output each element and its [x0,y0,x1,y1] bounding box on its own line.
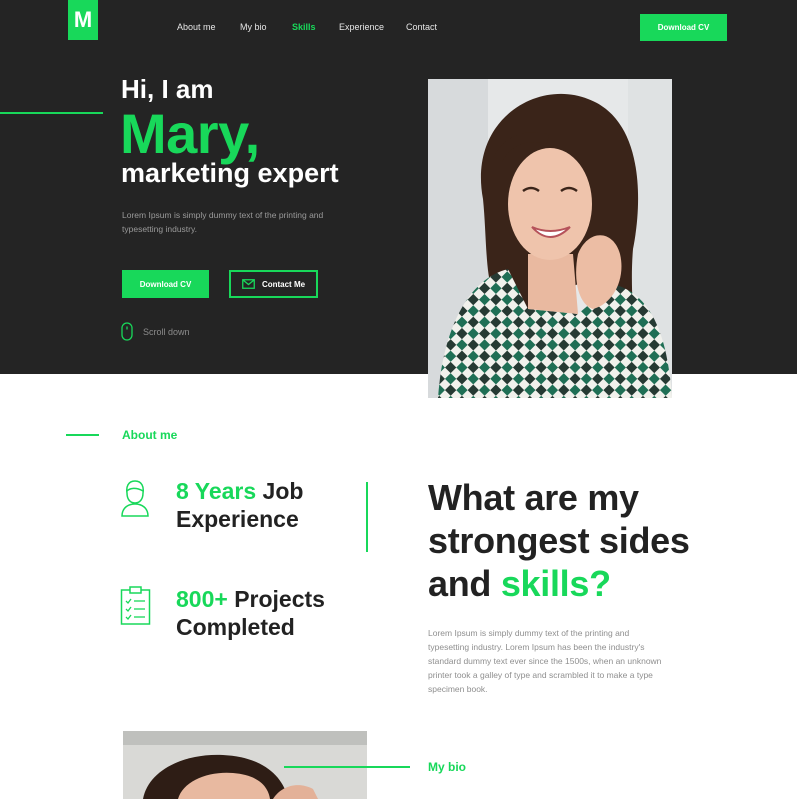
header-download-cv-button[interactable]: Download CV [640,14,727,41]
clipboard-icon [120,586,151,625]
stat-projects-rest: Projects [227,586,325,612]
skills-heading-line3-prefix: and [428,563,501,604]
mouse-icon [121,322,133,341]
contact-me-label: Contact Me [261,279,306,289]
stats-divider [366,482,368,552]
skills-heading-line1: What are my [428,477,639,518]
nav-item-my-bio[interactable]: My bio [240,22,267,32]
skills-paragraph: Lorem Ipsum is simply dummy text of the … [428,628,662,694]
hero-name: Mary, [120,102,260,165]
hero-accent-line [0,112,103,114]
scroll-down[interactable]: Scroll down [121,322,190,341]
skills-heading: What are my strongest sides and skills? [428,476,690,605]
scroll-down-label: Scroll down [143,326,190,337]
about-section-label: About me [122,428,178,442]
stat-experience-rest: Job [256,478,304,504]
person-icon [121,480,149,517]
stat-experience: 8 Years Job Experience [176,477,303,533]
skills-heading-highlight: skills? [500,563,611,604]
hero-download-cv-button[interactable]: Download CV [122,270,209,298]
stat-projects-line2: Completed [176,614,295,640]
nav-item-experience[interactable]: Experience [339,22,384,32]
stat-experience-highlight: 8 Years [176,478,257,504]
stat-projects-highlight: 800+ [176,586,228,612]
nav-item-contact[interactable]: Contact [406,22,437,32]
hero-description: Lorem Ipsum is simply dummy text of the … [122,210,324,234]
about-accent-line [66,434,99,436]
hero-role: marketing expert [121,158,339,188]
skills-heading-line2: strongest sides [428,520,690,561]
stat-experience-line2: Experience [176,506,299,532]
logo[interactable]: M [68,0,98,40]
bio-accent-line [284,766,410,768]
hero-section: M About me My bio Skills Experience Cont… [0,0,797,374]
bio-photo [123,731,367,799]
contact-me-button[interactable]: Contact Me [229,270,318,298]
portrait-photo [428,79,672,398]
envelope-icon [242,279,255,289]
nav-item-about-me[interactable]: About me [177,22,216,32]
bio-section-label: My bio [428,760,466,774]
nav-item-skills[interactable]: Skills [292,22,316,32]
stat-projects: 800+ Projects Completed [176,585,325,641]
